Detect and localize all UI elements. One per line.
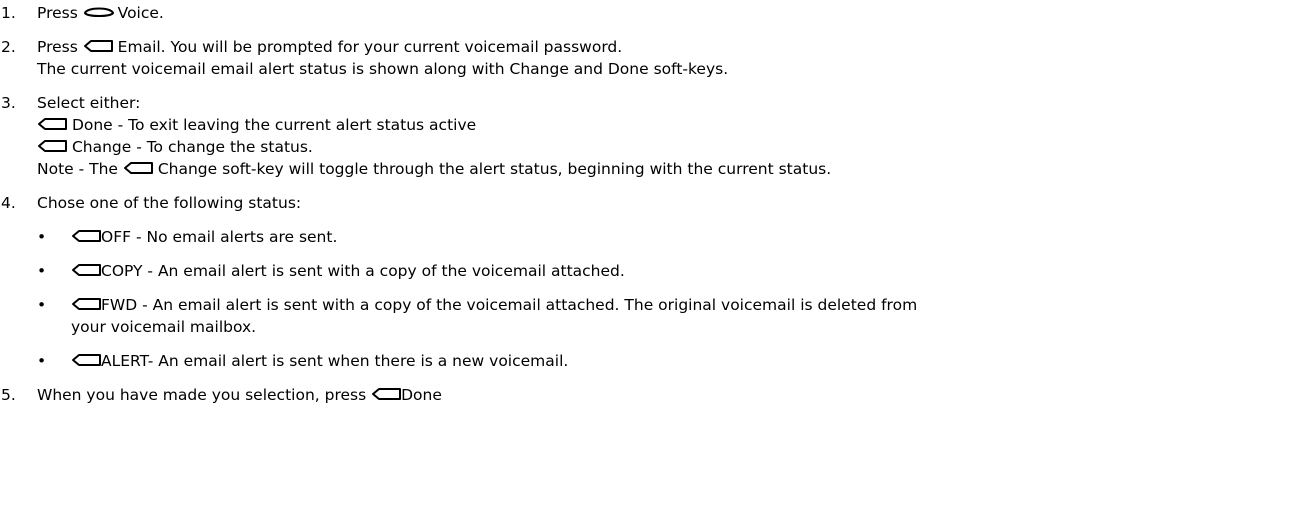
step-5: 5. When you have made you selection, pre… (0, 384, 1297, 406)
status-option-text: your voicemail mailbox. (71, 318, 257, 336)
soft-key-icon (371, 387, 402, 401)
step-number: 3. (1, 94, 16, 112)
step-number: 4. (1, 194, 16, 212)
soft-key-icon (71, 353, 101, 367)
list-item: • FWD - An email alert is sent with a co… (37, 294, 1297, 338)
bullet-icon: • (37, 262, 47, 280)
soft-key-icon (71, 263, 101, 277)
bullet-icon: • (37, 228, 47, 246)
step-text: Select either: (37, 94, 141, 112)
step-2: 2. Press Email. You will be prompted for… (0, 36, 1297, 80)
list-item: • OFF - No email alerts are sent. (37, 226, 1297, 248)
voice-key-icon (83, 5, 114, 19)
status-option-text: OFF - No email alerts are sent. (101, 228, 338, 246)
instruction-list: 1. Press Voice. 2. Press Email. You will… (0, 2, 1297, 406)
step-number: 1. (1, 4, 16, 22)
note-text: Note - The (37, 160, 118, 178)
soft-key-icon (71, 297, 101, 311)
list-item: • COPY - An email alert is sent with a c… (37, 260, 1297, 282)
step-3: 3. Select either: Done - To exit leaving… (0, 92, 1297, 180)
step-text: Email. You will be prompted for your cur… (117, 38, 623, 56)
step-text: Press (37, 4, 78, 22)
list-item: • ALERT- An email alert is sent when the… (37, 350, 1297, 372)
soft-key-icon (37, 139, 67, 153)
soft-key-icon (83, 39, 113, 53)
status-option-list: • OFF - No email alerts are sent. • COPY… (37, 226, 1297, 372)
step-text: The current voicemail email alert status… (37, 60, 729, 78)
step-number: 2. (1, 38, 16, 56)
step-text: Voice. (117, 4, 164, 22)
step-1: 1. Press Voice. (0, 2, 1297, 24)
step-text: Chose one of the following status: (37, 194, 302, 212)
option-change-text: Change - To change the status. (71, 138, 313, 156)
step-text: Press (37, 38, 78, 56)
soft-key-icon (123, 161, 153, 175)
bullet-icon: • (37, 296, 47, 314)
step-number: 5. (1, 386, 16, 404)
status-option-text: ALERT- An email alert is sent when there… (101, 352, 569, 370)
note-text: Change soft-key will toggle through the … (157, 160, 832, 178)
option-done-text: Done - To exit leaving the current alert… (71, 116, 477, 134)
soft-key-icon (71, 229, 101, 243)
status-option-text: COPY - An email alert is sent with a cop… (101, 262, 625, 280)
step-text: Done (401, 386, 442, 404)
status-option-text: FWD - An email alert is sent with a copy… (101, 296, 918, 314)
step-text: When you have made you selection, press (37, 386, 367, 404)
step-4: 4. Chose one of the following status: • … (0, 192, 1297, 372)
soft-key-icon (37, 117, 67, 131)
bullet-icon: • (37, 352, 47, 370)
